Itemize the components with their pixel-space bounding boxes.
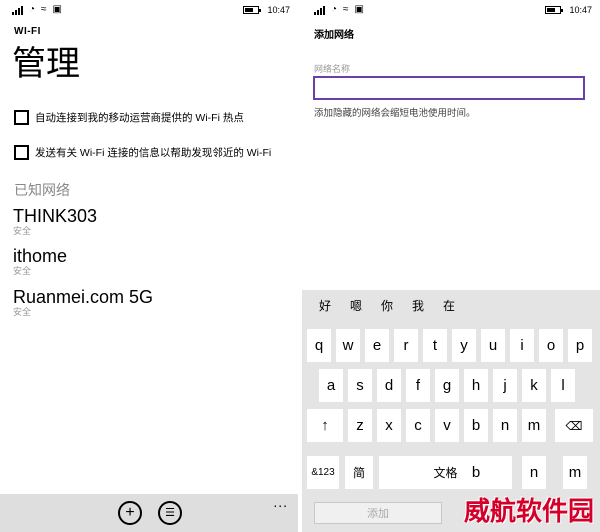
status-icons: ◔ ≈ ▣: [314, 5, 364, 15]
message-icon: ▣: [354, 4, 364, 15]
key[interactable]: j: [493, 369, 517, 402]
clock: 10:47: [569, 5, 592, 15]
wifi-manage-screen: ◔ ≈ ▣ 10:47 WI-FI 管理 自动连接到我的移动运营商提供的 Wi-…: [0, 0, 298, 532]
key[interactable]: t: [423, 329, 447, 362]
key[interactable]: h: [464, 369, 488, 402]
battery-hint: 添加隐藏的网络会缩短电池使用时间。: [314, 108, 476, 119]
key[interactable]: n: [522, 456, 546, 489]
key[interactable]: c: [406, 409, 430, 442]
key[interactable]: l: [551, 369, 575, 402]
backspace-key[interactable]: ⌫: [555, 409, 593, 442]
share-info-option[interactable]: 发送有关 Wi-Fi 连接的信息以帮助发现邻近的 Wi-Fi: [14, 145, 271, 160]
key[interactable]: m: [522, 409, 546, 442]
share-info-checkbox[interactable]: [14, 145, 29, 160]
add-network-screen: ◔ ≈ ▣ 10:47 添加网络 网络名称 添加隐藏的网络会缩短电池使用时间。 …: [302, 0, 600, 532]
add-network-button[interactable]: +: [118, 501, 142, 525]
network-item[interactable]: ithome 安全: [13, 246, 67, 277]
key[interactable]: y: [452, 329, 476, 362]
key[interactable]: s: [348, 369, 372, 402]
network-item[interactable]: THINK303 安全: [13, 206, 97, 237]
candidate-bar: 好 嗯 你 我 在: [302, 290, 600, 320]
key[interactable]: k: [522, 369, 546, 402]
key[interactable]: v: [435, 409, 459, 442]
known-networks-header: 已知网络: [14, 182, 70, 198]
message-icon: ▣: [52, 4, 62, 15]
data-icon: ≈: [343, 4, 349, 15]
key[interactable]: d: [377, 369, 401, 402]
key[interactable]: n: [493, 409, 517, 442]
candidate-word[interactable]: 好: [317, 297, 348, 314]
key[interactable]: w: [336, 329, 360, 362]
network-name-label: 网络名称: [314, 64, 351, 74]
status-right: 10:47: [545, 5, 592, 15]
network-status: 安全: [13, 226, 32, 236]
add-icon: +: [125, 504, 135, 521]
signal-strength-icon: [314, 5, 325, 15]
key[interactable]: b: [464, 409, 488, 442]
more-menu-button[interactable]: ...: [273, 494, 288, 510]
share-info-label: 发送有关 Wi-Fi 连接的信息以帮助发现邻近的 Wi-Fi: [35, 147, 272, 159]
app-title: WI-FI: [14, 26, 41, 37]
status-icons: ◔ ≈ ▣: [12, 5, 62, 15]
shift-key[interactable]: ↑: [307, 409, 343, 442]
data-icon: ≈: [41, 4, 47, 15]
language-key[interactable]: 简: [345, 456, 373, 489]
status-bar: ◔ ≈ ▣ 10:47: [302, 0, 600, 22]
key[interactable]: r: [394, 329, 418, 362]
page-title: 添加网络: [314, 30, 354, 41]
network-name: Ruanmei.com 5G: [13, 287, 154, 307]
select-button[interactable]: ☰: [158, 501, 182, 525]
auto-connect-checkbox[interactable]: [14, 110, 29, 125]
add-button[interactable]: 添加: [314, 502, 442, 524]
clock: 10:47: [267, 5, 290, 15]
candidate-word[interactable]: 你: [379, 297, 410, 314]
list-icon: ☰: [165, 507, 175, 519]
key[interactable]: o: [539, 329, 563, 362]
backspace-icon: ⌫: [565, 418, 583, 433]
network-name: THINK303: [13, 206, 98, 226]
network-name-input[interactable]: [313, 76, 585, 100]
status-bar: ◔ ≈ ▣ 10:47: [0, 0, 298, 22]
key[interactable]: a: [319, 369, 343, 402]
app-bar: + ☰ ...: [0, 494, 298, 532]
space-key[interactable]: 文格: [379, 456, 512, 489]
auto-connect-label: 自动连接到我的移动运营商提供的 Wi-Fi 热点: [35, 112, 244, 124]
key[interactable]: i: [510, 329, 534, 362]
page-title: 管理: [12, 45, 80, 83]
key[interactable]: b: [464, 456, 488, 489]
signal-strength-icon: [12, 5, 23, 15]
network-name: ithome: [13, 246, 68, 266]
key[interactable]: m: [563, 456, 587, 489]
battery-icon: [545, 6, 564, 14]
network-status: 安全: [13, 266, 32, 276]
key[interactable]: q: [307, 329, 331, 362]
key[interactable]: x: [377, 409, 401, 442]
status-right: 10:47: [243, 5, 290, 15]
network-status: 安全: [13, 307, 32, 317]
candidate-word[interactable]: 我: [410, 297, 441, 314]
key[interactable]: p: [568, 329, 592, 362]
candidate-word[interactable]: 嗯: [348, 297, 379, 314]
key[interactable]: g: [435, 369, 459, 402]
key[interactable]: e: [365, 329, 389, 362]
watermark-logo: 威航软件园: [463, 497, 594, 527]
battery-icon: [243, 6, 262, 14]
network-item[interactable]: Ruanmei.com 5G 安全: [13, 287, 153, 318]
key[interactable]: z: [348, 409, 372, 442]
wifi-icon: ◔: [331, 4, 338, 15]
wifi-icon: ◔: [29, 4, 36, 15]
number-symbol-key[interactable]: &123: [307, 456, 339, 489]
shift-arrow-icon: ↑: [321, 417, 329, 434]
candidate-word[interactable]: 在: [441, 297, 472, 314]
key[interactable]: f: [406, 369, 430, 402]
key[interactable]: u: [481, 329, 505, 362]
auto-connect-option[interactable]: 自动连接到我的移动运营商提供的 Wi-Fi 热点: [14, 110, 244, 125]
